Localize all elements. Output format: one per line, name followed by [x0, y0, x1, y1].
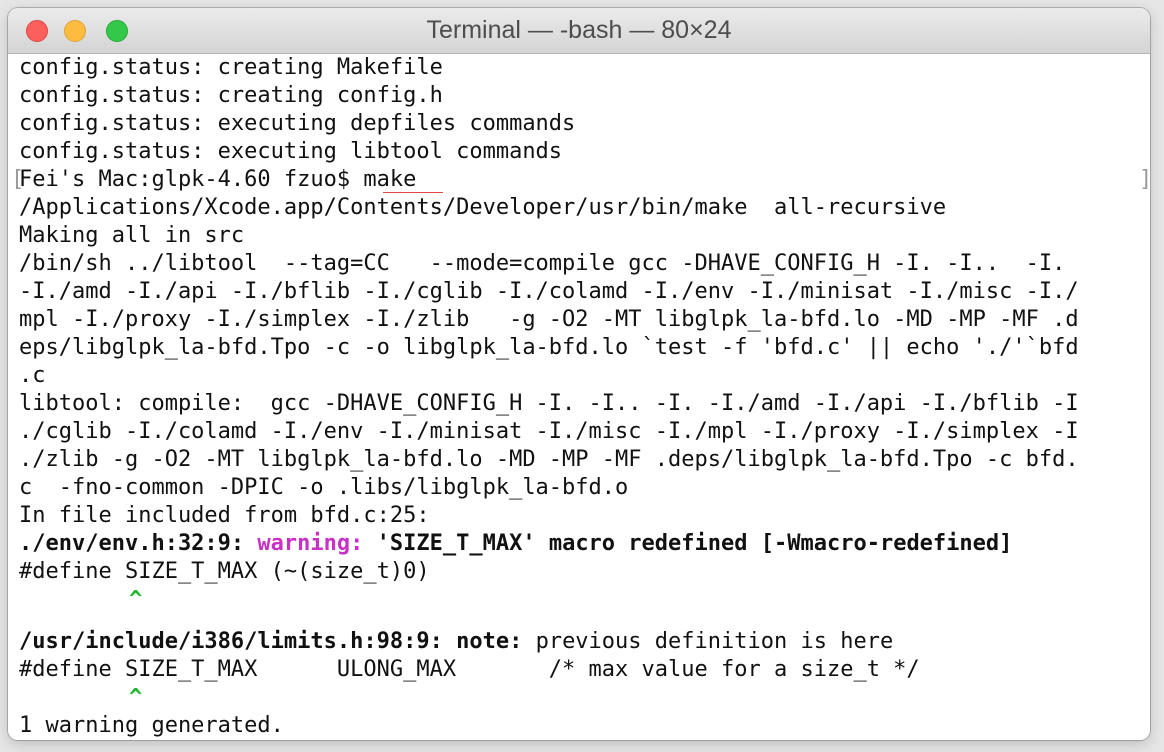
- output-line: libtool: compile: gcc -DHAVE_CONFIG_H -I…: [19, 391, 1079, 416]
- output-line: -I./amd -I./api -I./bflib -I./cglib -I./…: [19, 279, 1079, 304]
- title-bar[interactable]: Terminal — -bash — 80×24: [8, 8, 1150, 54]
- prompt-command: Fei's Mac:glpk-4.60 fzuo$ make: [19, 167, 430, 192]
- prompt-line: Fei's Mac:glpk-4.60 fzuo$ make: [19, 166, 430, 194]
- caret-marker: ^: [129, 587, 143, 612]
- output-line: c -fno-common -DPIC -o .libs/libglpk_la-…: [19, 475, 629, 500]
- define-line: #define SIZE_T_MAX (~(size_t)0): [19, 559, 430, 584]
- spellcheck-underline: [383, 192, 443, 193]
- output-line: config.status: executing libtool command…: [19, 139, 563, 164]
- output-line: .c: [19, 363, 46, 388]
- output-line: eps/libglpk_la-bfd.Tpo -c -o libglpk_la-…: [19, 335, 1079, 360]
- note-label: note:: [456, 629, 523, 654]
- warning-message: 'SIZE_T_MAX' macro redefined [-Wmacro-re…: [363, 531, 1013, 556]
- output-line: In file included from bfd.c:25:: [19, 503, 430, 528]
- output-line: ./cglib -I./colamd -I./env -I./minisat -…: [19, 419, 1079, 444]
- output-line: ./zlib -g -O2 -MT libglpk_la-bfd.lo -MD …: [19, 447, 1079, 472]
- output-line: config.status: creating config.h: [19, 83, 443, 108]
- output-line: config.status: executing depfiles comman…: [19, 111, 576, 136]
- output-line: /Applications/Xcode.app/Contents/Develop…: [19, 195, 947, 220]
- output-line: /bin/sh ../libtool --tag=CC --mode=compi…: [19, 251, 1066, 276]
- output-line: config.status: creating Makefile: [19, 55, 443, 80]
- output-line: Making all in src: [19, 223, 245, 248]
- warning-label: warning:: [257, 531, 364, 556]
- caret-marker: ^: [129, 685, 143, 710]
- output-line: mpl -I./proxy -I./simplex -I./zlib -g -O…: [19, 307, 1079, 332]
- window-title: Terminal — -bash — 80×24: [426, 16, 732, 44]
- note-location: /usr/include/i386/limits.h:98:9:: [19, 629, 457, 654]
- terminal-output[interactable]: config.status: creating Makefile config.…: [8, 54, 1150, 740]
- note-line: /usr/include/i386/limits.h:98:9: note: p…: [19, 628, 893, 656]
- summary-line: 1 warning generated.: [19, 713, 284, 738]
- warning-location: ./env/env.h:32:9:: [19, 531, 258, 556]
- terminal-window: Terminal — -bash — 80×24 config.status: …: [8, 8, 1150, 740]
- note-message: previous definition is here: [522, 629, 894, 654]
- warning-line: ./env/env.h:32:9: warning: 'SIZE_T_MAX' …: [19, 530, 1012, 558]
- prompt-mark-right: ]: [1139, 166, 1150, 194]
- define-line: #define SIZE_T_MAX ULONG_MAX /* max valu…: [19, 657, 920, 682]
